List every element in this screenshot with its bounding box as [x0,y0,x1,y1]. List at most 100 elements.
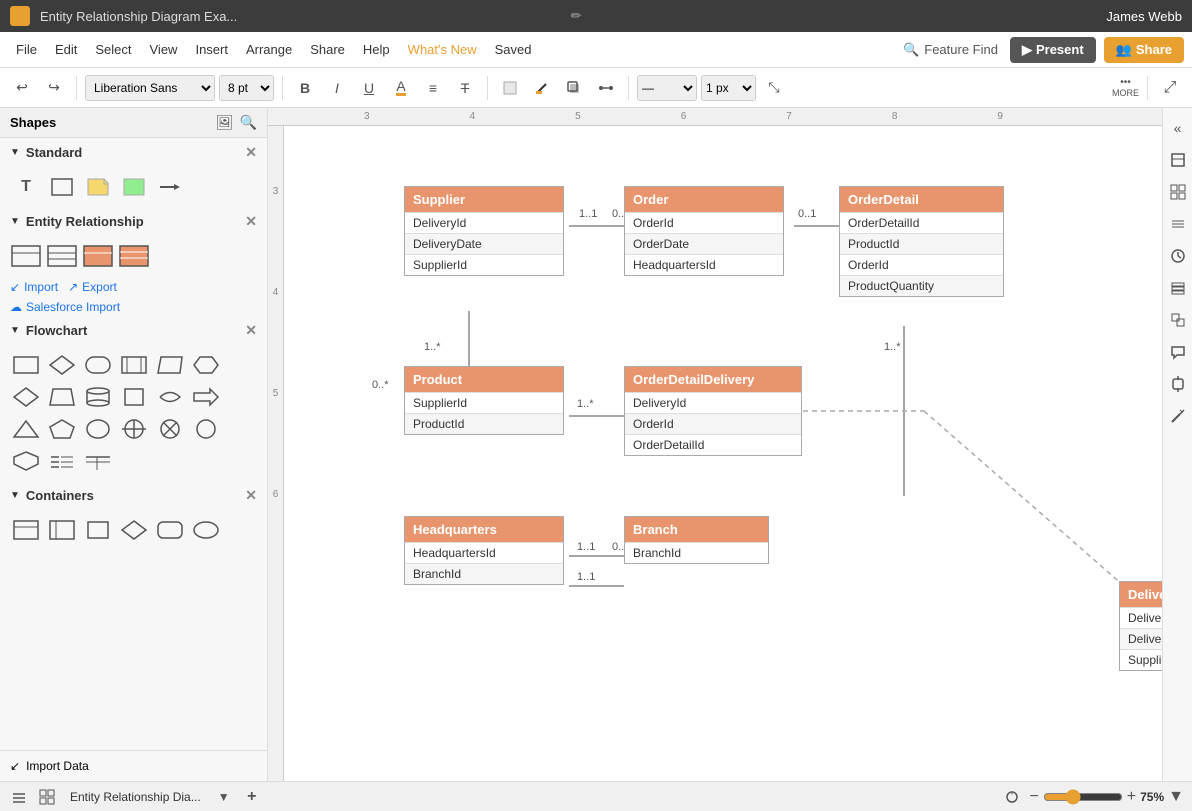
orderdetaildelivery-entity[interactable]: OrderDetailDelivery DeliveryId OrderId O… [624,366,802,456]
fc-arrow[interactable] [190,383,222,411]
ct-diamond[interactable] [118,516,150,544]
fc-trapezoid[interactable] [46,383,78,411]
er-shape-3[interactable] [82,242,114,270]
canvas-container[interactable]: 3 4 5 6 7 8 9 3 4 5 6 [268,108,1162,781]
er-close[interactable]: ✕ [245,213,257,230]
er-section-header[interactable]: ▼ Entity Relationship ✕ [0,207,267,236]
fc-pentagon[interactable] [46,415,78,443]
zoom-in-button[interactable]: + [1127,788,1136,806]
fc-diamond2[interactable] [10,383,42,411]
standard-close[interactable]: ✕ [245,144,257,161]
stack-button[interactable] [1166,276,1190,300]
page-name-tab[interactable]: Entity Relationship Dia... [64,788,207,806]
page-dropdown-button[interactable]: ▼ [213,786,235,808]
menu-insert[interactable]: Insert [187,38,236,61]
fc-rounded[interactable] [82,351,114,379]
ct-swimlane-h[interactable] [46,516,78,544]
flowchart-section-header[interactable]: ▼ Flowchart ✕ [0,316,267,345]
rect-shape[interactable] [46,173,78,201]
layers-button[interactable] [1166,212,1190,236]
fc-x-circle[interactable] [154,415,186,443]
zoom-slider[interactable] [1043,789,1123,805]
bold-button[interactable]: B [291,74,319,102]
grid-view-button[interactable] [36,786,58,808]
fc-list[interactable] [46,447,78,475]
note-shape[interactable] [82,173,114,201]
menu-help[interactable]: Help [355,38,398,61]
menu-select[interactable]: Select [87,38,139,61]
fc-cross[interactable] [118,415,150,443]
supplier-entity[interactable]: Supplier DeliveryId DeliveryDate Supplie… [404,186,564,276]
er-shape-2[interactable] [46,242,78,270]
add-page-button[interactable]: + [241,786,263,808]
arrow-shape[interactable] [154,173,186,201]
flowchart-close[interactable]: ✕ [245,322,257,339]
fc-triangle[interactable] [10,415,42,443]
headquarters-entity[interactable]: Headquarters HeadquartersId BranchId [404,516,564,585]
menu-whats-new[interactable]: What's New [400,38,485,61]
strikethrough-button[interactable]: T [451,74,479,102]
menu-file[interactable]: File [8,38,45,61]
plugins-button[interactable] [1166,372,1190,396]
fill-color-button[interactable] [496,74,524,102]
menu-edit[interactable]: Edit [47,38,85,61]
font-color-button[interactable]: A [387,74,415,102]
collapse-panel-button[interactable]: « [1166,116,1190,140]
fc-cylinder[interactable] [82,383,114,411]
line-width-select[interactable]: 1 px [701,75,756,101]
order-entity[interactable]: Order OrderId OrderDate HeadquartersId [624,186,784,276]
colored-rect-shape[interactable] [118,173,150,201]
containers-close[interactable]: ✕ [245,487,257,504]
wand-button[interactable] [1166,404,1190,428]
chat-button[interactable] [1166,340,1190,364]
fc-rect[interactable] [10,351,42,379]
fc-list2[interactable] [82,447,114,475]
underline-button[interactable]: U [355,74,383,102]
ct-rect[interactable] [82,516,114,544]
edit-icon[interactable]: ✏ [571,8,582,24]
canvas[interactable]: 1..1 0..1 0..1 1..* 0..* 1..* 1..* 1..* … [284,126,1162,781]
fc-square[interactable] [118,383,150,411]
menu-arrange[interactable]: Arrange [238,38,300,61]
image-icon[interactable]: 🖼 [216,114,234,131]
page-view-button[interactable] [1166,148,1190,172]
redo-button[interactable]: ↪ [40,74,68,102]
italic-button[interactable]: I [323,74,351,102]
expand-button[interactable]: ⤢ [1156,74,1184,102]
salesforce-button[interactable]: ☁ Salesforce Import [0,298,267,316]
er-shape-1[interactable] [10,242,42,270]
fc-proc[interactable] [118,351,150,379]
zoom-dropdown-button[interactable]: ▼ [1168,788,1184,806]
import-data-button[interactable]: ↙ Import Data [0,750,267,781]
line-color-button[interactable] [528,74,556,102]
fc-hex[interactable] [190,351,222,379]
clock-button[interactable] [1166,244,1190,268]
menu-saved[interactable]: Saved [487,38,540,61]
shadow-button[interactable] [560,74,588,102]
standard-section-header[interactable]: ▼ Standard ✕ [0,138,267,167]
fc-manual[interactable] [154,351,186,379]
orderdetail-entity[interactable]: OrderDetail OrderDetailId ProductId Orde… [839,186,1004,297]
list-view-button[interactable] [8,786,30,808]
present-button[interactable]: ▶ Present [1010,37,1096,63]
ct-ellipse[interactable] [190,516,222,544]
ct-rounded[interactable] [154,516,186,544]
waypoint-button[interactable]: ⤡ [760,74,788,102]
fit-page-button[interactable] [1001,786,1023,808]
export-button[interactable]: ↗ Export [68,280,117,294]
align-button[interactable]: ≡ [419,74,447,102]
undo-button[interactable]: ↩ [8,74,36,102]
branch-entity[interactable]: Branch BranchId [624,516,769,564]
ct-swimlane-v[interactable] [10,516,42,544]
fc-diamond[interactable] [46,351,78,379]
font-family-select[interactable]: Liberation Sans [85,75,215,101]
fc-circle2[interactable] [190,415,222,443]
containers-section-header[interactable]: ▼ Containers ✕ [0,481,267,510]
font-size-select[interactable]: 8 pt [219,75,274,101]
import-button[interactable]: ↙ Import [10,280,58,294]
feature-find-button[interactable]: 🔍 Feature Find [893,38,1008,62]
grid-button[interactable] [1166,180,1190,204]
more-button[interactable]: ••• MORE [1112,77,1139,98]
share-button[interactable]: 👥 Share [1104,37,1184,63]
shapes-panel-button[interactable] [1166,308,1190,332]
